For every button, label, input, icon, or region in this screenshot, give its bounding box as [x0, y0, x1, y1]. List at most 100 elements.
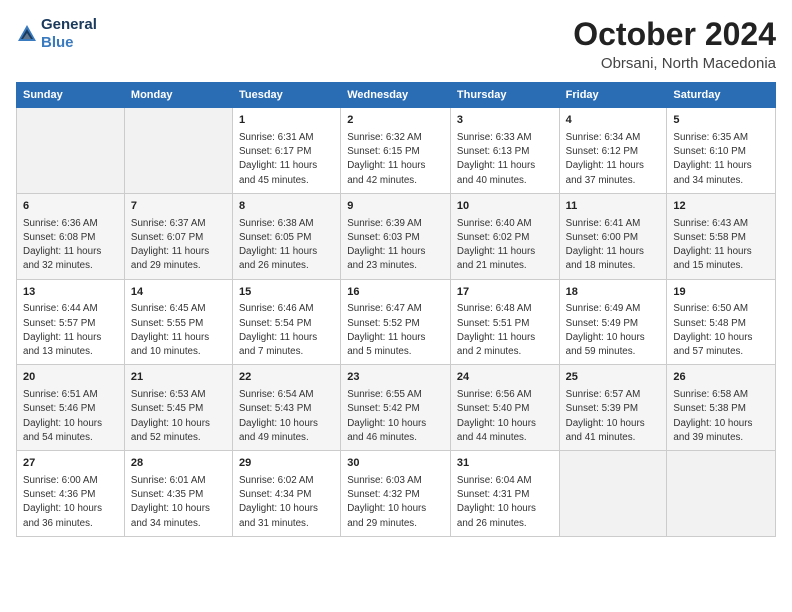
day-number: 12 — [673, 199, 769, 215]
header-day-sunday: Sunday — [17, 83, 125, 108]
info-line: Sunrise: 6:00 AM — [23, 474, 118, 488]
calendar-cell: 11Sunrise: 6:41 AMSunset: 6:00 PMDayligh… — [559, 193, 667, 279]
day-number: 4 — [566, 113, 661, 129]
day-info: Sunrise: 6:03 AMSunset: 4:32 PMDaylight:… — [347, 474, 444, 531]
info-line: Daylight: 10 hours and 26 minutes. — [457, 502, 553, 530]
day-info: Sunrise: 6:00 AMSunset: 4:36 PMDaylight:… — [23, 474, 118, 531]
info-line: Sunrise: 6:46 AM — [239, 302, 334, 316]
info-line: Sunrise: 6:41 AM — [566, 217, 661, 231]
calendar-cell: 7Sunrise: 6:37 AMSunset: 6:07 PMDaylight… — [124, 193, 232, 279]
day-number: 20 — [23, 370, 118, 386]
day-info: Sunrise: 6:46 AMSunset: 5:54 PMDaylight:… — [239, 302, 334, 359]
day-number: 29 — [239, 456, 334, 472]
info-line: Daylight: 11 hours and 29 minutes. — [131, 245, 226, 273]
info-line: Daylight: 11 hours and 2 minutes. — [457, 331, 553, 359]
header-day-wednesday: Wednesday — [341, 83, 451, 108]
info-line: Daylight: 10 hours and 29 minutes. — [347, 502, 444, 530]
day-number: 6 — [23, 199, 118, 215]
info-line: Sunrise: 6:58 AM — [673, 388, 769, 402]
day-number: 18 — [566, 285, 661, 301]
day-number: 16 — [347, 285, 444, 301]
day-number: 13 — [23, 285, 118, 301]
info-line: Daylight: 11 hours and 5 minutes. — [347, 331, 444, 359]
calendar-cell: 6 Sunrise: 6:36 AMSunset: 6:08 PMDaylight… — [17, 193, 125, 279]
info-line: Sunrise: 6:55 AM — [347, 388, 444, 402]
day-number: 31 — [457, 456, 553, 472]
calendar-cell: 22 Sunrise: 6:54 AMSunset: 5:43 PMDayligh… — [232, 365, 340, 451]
info-line: Sunset: 6:00 PM — [566, 231, 661, 245]
day-number: 10 — [457, 199, 553, 215]
info-line: Daylight: 11 hours and 10 minutes. — [131, 331, 226, 359]
calendar-cell: 26 Sunrise: 6:58 AMSunset: 5:38 PMDayligh… — [667, 365, 776, 451]
info-line: Sunrise: 6:35 AM — [673, 131, 769, 145]
day-number: 24 — [457, 370, 553, 386]
day-number: 26 — [673, 370, 769, 386]
info-line: Sunrise: 6:48 AM — [457, 302, 553, 316]
info-line: Daylight: 10 hours and 54 minutes. — [23, 417, 118, 445]
calendar-cell: 12 Sunrise: 6:43 AMSunset: 5:58 PMDayligh… — [667, 193, 776, 279]
day-number: 28 — [131, 456, 226, 472]
info-line: Daylight: 10 hours and 41 minutes. — [566, 417, 661, 445]
day-info: Sunrise: 6:40 AMSunset: 6:02 PMDaylight:… — [457, 217, 553, 274]
calendar-cell: 3Sunrise: 6:33 AMSunset: 6:13 PMDaylight… — [450, 108, 559, 194]
day-info: Sunrise: 6:36 AMSunset: 6:08 PMDaylight:… — [23, 217, 118, 274]
calendar-cell: 31 Sunrise: 6:04 AMSunset: 4:31 PMDayligh… — [450, 451, 559, 537]
info-line: Sunset: 4:36 PM — [23, 488, 118, 502]
day-info: Sunrise: 6:57 AMSunset: 5:39 PMDaylight:… — [566, 388, 661, 445]
day-info: Sunrise: 6:55 AMSunset: 5:42 PMDaylight:… — [347, 388, 444, 445]
day-info: Sunrise: 6:56 AMSunset: 5:40 PMDaylight:… — [457, 388, 553, 445]
info-line: Sunrise: 6:44 AM — [23, 302, 118, 316]
day-info: Sunrise: 6:01 AMSunset: 4:35 PMDaylight:… — [131, 474, 226, 531]
info-line: Sunset: 5:38 PM — [673, 402, 769, 416]
info-line: Sunrise: 6:02 AM — [239, 474, 334, 488]
calendar-cell: 18Sunrise: 6:49 AMSunset: 5:49 PMDayligh… — [559, 279, 667, 365]
info-line: Sunset: 5:54 PM — [239, 317, 334, 331]
info-line: Sunset: 6:07 PM — [131, 231, 226, 245]
day-info: Sunrise: 6:32 AMSunset: 6:15 PMDaylight:… — [347, 131, 444, 188]
header-day-saturday: Saturday — [667, 83, 776, 108]
day-number: 30 — [347, 456, 444, 472]
info-line: Sunrise: 6:49 AM — [566, 302, 661, 316]
info-line: Sunrise: 6:50 AM — [673, 302, 769, 316]
page: General Blue October 2024 Obrsani, North… — [0, 0, 792, 612]
day-info: Sunrise: 6:54 AMSunset: 5:43 PMDaylight:… — [239, 388, 334, 445]
info-line: Sunset: 5:40 PM — [457, 402, 553, 416]
day-number: 14 — [131, 285, 226, 301]
day-number: 22 — [239, 370, 334, 386]
info-line: Sunset: 5:48 PM — [673, 317, 769, 331]
info-line: Daylight: 11 hours and 15 minutes. — [673, 245, 769, 273]
info-line: Daylight: 11 hours and 7 minutes. — [239, 331, 334, 359]
day-number: 17 — [457, 285, 553, 301]
logo-icon — [16, 23, 38, 45]
day-info: Sunrise: 6:34 AMSunset: 6:12 PMDaylight:… — [566, 131, 661, 188]
location-title: Obrsani, North Macedonia — [573, 55, 776, 72]
info-line: Sunset: 6:02 PM — [457, 231, 553, 245]
info-line: Sunset: 5:43 PM — [239, 402, 334, 416]
info-line: Sunrise: 6:39 AM — [347, 217, 444, 231]
logo-area: General Blue — [16, 16, 97, 52]
info-line: Daylight: 10 hours and 39 minutes. — [673, 417, 769, 445]
info-line: Sunset: 6:12 PM — [566, 145, 661, 159]
day-number: 2 — [347, 113, 444, 129]
info-line: Sunset: 6:13 PM — [457, 145, 553, 159]
day-number: 25 — [566, 370, 661, 386]
day-number: 8 — [239, 199, 334, 215]
header: General Blue October 2024 Obrsani, North… — [16, 16, 776, 72]
calendar-cell: 17Sunrise: 6:48 AMSunset: 5:51 PMDayligh… — [450, 279, 559, 365]
info-line: Sunrise: 6:04 AM — [457, 474, 553, 488]
info-line: Daylight: 11 hours and 26 minutes. — [239, 245, 334, 273]
calendar-cell: 4 Sunrise: 6:34 AMSunset: 6:12 PMDaylight… — [559, 108, 667, 194]
day-info: Sunrise: 6:53 AMSunset: 5:45 PMDaylight:… — [131, 388, 226, 445]
info-line: Daylight: 11 hours and 37 minutes. — [566, 159, 661, 187]
day-info: Sunrise: 6:39 AMSunset: 6:03 PMDaylight:… — [347, 217, 444, 274]
calendar-cell: 30 Sunrise: 6:03 AMSunset: 4:32 PMDayligh… — [341, 451, 451, 537]
info-line: Sunset: 5:55 PM — [131, 317, 226, 331]
calendar-cell: 21Sunrise: 6:53 AMSunset: 5:45 PMDayligh… — [124, 365, 232, 451]
calendar-table: SundayMondayTuesdayWednesdayThursdayFrid… — [16, 82, 776, 537]
info-line: Sunset: 4:31 PM — [457, 488, 553, 502]
day-info: Sunrise: 6:43 AMSunset: 5:58 PMDaylight:… — [673, 217, 769, 274]
info-line: Sunrise: 6:36 AM — [23, 217, 118, 231]
info-line: Sunrise: 6:54 AM — [239, 388, 334, 402]
info-line: Daylight: 11 hours and 32 minutes. — [23, 245, 118, 273]
day-number: 19 — [673, 285, 769, 301]
